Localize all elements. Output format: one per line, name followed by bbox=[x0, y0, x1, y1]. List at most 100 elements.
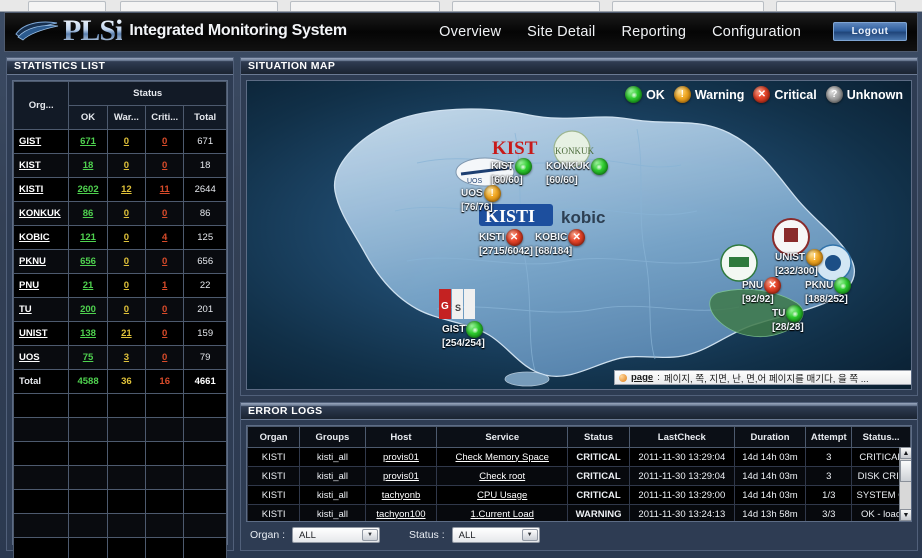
map-site-kist[interactable]: KIST [60/60] bbox=[491, 158, 532, 186]
stats-critical-link[interactable]: 4 bbox=[162, 232, 167, 243]
logs-col-organ[interactable]: Organ bbox=[247, 426, 301, 448]
scroll-down-icon[interactable]: ▼ bbox=[900, 509, 911, 521]
nav-item-site-detail[interactable]: Site Detail bbox=[527, 24, 595, 40]
statistics-row[interactable]: KOBIC 121 0 4 125 bbox=[12, 225, 227, 250]
logs-col-status[interactable]: Status... bbox=[851, 426, 911, 448]
map-site-pnu[interactable]: PNU ✕ [92/92] bbox=[742, 277, 782, 305]
logs-col-duration[interactable]: Duration bbox=[733, 426, 807, 448]
logs-row[interactable]: KISTI kisti_all tachyon100 1.Current Load WA… bbox=[247, 504, 911, 521]
stats-ok-link[interactable]: 121 bbox=[80, 232, 96, 243]
statistics-row[interactable]: UNIST 138 21 0 159 bbox=[12, 321, 227, 346]
stats-critical-link[interactable]: 0 bbox=[162, 328, 167, 339]
stats-warning-link[interactable]: 21 bbox=[121, 328, 132, 339]
logs-col-status[interactable]: Status bbox=[567, 426, 631, 448]
log-host-link[interactable]: provis01 bbox=[383, 452, 419, 463]
statistics-row[interactable]: KIST 18 0 0 18 bbox=[12, 153, 227, 178]
stats-ok-link[interactable]: 656 bbox=[80, 256, 96, 267]
scrollbar-thumb[interactable] bbox=[900, 460, 911, 482]
stats-warning-link[interactable]: 0 bbox=[124, 136, 129, 147]
browser-tab[interactable] bbox=[120, 1, 278, 11]
logs-row[interactable]: KISTI kisti_all provis01 Check Memory Space… bbox=[247, 447, 911, 467]
stats-critical-link[interactable]: 0 bbox=[162, 136, 167, 147]
map-site-konkuk[interactable]: KONKUK [60/60] bbox=[546, 158, 608, 186]
browser-tab[interactable] bbox=[28, 1, 106, 11]
stats-warning-link[interactable]: 3 bbox=[124, 352, 129, 363]
situation-map-canvas[interactable]: OK! Warning ✕ Critical? Unknown KIST KON… bbox=[246, 80, 912, 390]
stats-warning-link[interactable]: 0 bbox=[124, 304, 129, 315]
brand-logo[interactable]: PLSi Integrated Monitoring System bbox=[13, 16, 347, 46]
stats-critical-link[interactable]: 1 bbox=[162, 280, 167, 291]
log-service-link[interactable]: CPU Usage bbox=[477, 490, 527, 501]
statistics-row[interactable]: UOS 75 3 0 79 bbox=[12, 345, 227, 370]
map-site-tu[interactable]: TU [28/28] bbox=[772, 305, 804, 333]
map-site-uos[interactable]: UOS! [76/76] bbox=[461, 185, 501, 213]
stats-warning-link[interactable]: 0 bbox=[124, 232, 129, 243]
browser-tab[interactable] bbox=[452, 1, 600, 11]
statistics-row[interactable]: TU 200 0 0 201 bbox=[12, 297, 227, 322]
organ-filter-select[interactable]: ALL ▼ bbox=[292, 527, 381, 543]
scroll-up-icon[interactable]: ▲ bbox=[900, 447, 911, 459]
map-site-kobic[interactable]: KOBIC ✕ [68/184] bbox=[535, 229, 586, 257]
map-site-pknu[interactable]: PKNU [188/252] bbox=[805, 277, 852, 305]
logs-row[interactable]: KISTI kisti_all provis01 Check root CRITICAL… bbox=[247, 466, 911, 486]
stats-ok-link[interactable]: 138 bbox=[80, 328, 96, 339]
statistics-row[interactable]: GIST 671 0 0 671 bbox=[12, 129, 227, 154]
statistics-row[interactable]: PKNU 656 0 0 656 bbox=[12, 249, 227, 274]
logout-button[interactable]: Logout bbox=[833, 22, 907, 41]
stats-ok-link[interactable]: 21 bbox=[83, 280, 94, 291]
stats-critical-link[interactable]: 0 bbox=[162, 352, 167, 363]
browser-tab[interactable] bbox=[776, 1, 896, 11]
statistics-row[interactable]: KONKUK 86 0 0 86 bbox=[12, 201, 227, 226]
logs-col-lastcheck[interactable]: LastCheck bbox=[629, 426, 735, 448]
browser-tab[interactable] bbox=[290, 1, 440, 11]
map-site-unist[interactable]: UNIST! [232/300] bbox=[775, 249, 823, 277]
stats-warning-link[interactable]: 0 bbox=[124, 160, 129, 171]
logs-col-groups[interactable]: Groups bbox=[299, 426, 366, 448]
chevron-down-icon[interactable]: ▼ bbox=[362, 529, 379, 541]
stats-ok-link[interactable]: 75 bbox=[83, 352, 94, 363]
stats-ok-link[interactable]: 200 bbox=[80, 304, 96, 315]
stats-org-link[interactable]: UOS bbox=[19, 352, 40, 363]
log-service-link[interactable]: Check Memory Space bbox=[455, 452, 548, 463]
stats-org-link[interactable]: TU bbox=[19, 304, 32, 315]
stats-ok-link[interactable]: 86 bbox=[83, 208, 94, 219]
stats-warning-link[interactable]: 12 bbox=[121, 184, 132, 195]
stats-critical-link[interactable]: 0 bbox=[162, 208, 167, 219]
logs-col-service[interactable]: Service bbox=[436, 426, 569, 448]
stats-ok-link[interactable]: 18 bbox=[83, 160, 94, 171]
status-filter-select[interactable]: ALL ▼ bbox=[451, 527, 540, 543]
logs-row[interactable]: KISTI kisti_all tachyonb CPU Usage CRITICAL 2… bbox=[247, 485, 911, 505]
map-site-gist[interactable]: GIST [254/254] bbox=[442, 321, 485, 349]
stats-org-link[interactable]: KONKUK bbox=[19, 208, 61, 219]
nav-item-overview[interactable]: Overview bbox=[439, 24, 501, 40]
chevron-down-icon[interactable]: ▼ bbox=[521, 529, 538, 541]
nav-item-configuration[interactable]: Configuration bbox=[712, 24, 801, 40]
stats-warning-link[interactable]: 0 bbox=[124, 280, 129, 291]
logs-col-attempt[interactable]: Attempt bbox=[805, 426, 853, 448]
stats-org-link[interactable]: KIST bbox=[19, 160, 41, 171]
stats-critical-link[interactable]: 0 bbox=[162, 160, 167, 171]
log-service-link[interactable]: Check root bbox=[479, 471, 525, 482]
browser-tab[interactable] bbox=[612, 1, 764, 11]
stats-org-link[interactable]: UNIST bbox=[19, 328, 48, 339]
stats-critical-link[interactable]: 0 bbox=[162, 256, 167, 267]
log-service-link[interactable]: 1.Current Load bbox=[471, 509, 534, 520]
stats-ok-link[interactable]: 2602 bbox=[77, 184, 98, 195]
logs-scrollbar[interactable]: ▲ ▼ bbox=[899, 447, 911, 521]
stats-critical-link[interactable]: 11 bbox=[160, 184, 170, 195]
log-host-link[interactable]: tachyon100 bbox=[376, 509, 425, 520]
stats-org-link[interactable]: PNU bbox=[19, 280, 39, 291]
stats-warning-link[interactable]: 0 bbox=[124, 208, 129, 219]
stats-org-link[interactable]: KISTI bbox=[19, 184, 43, 195]
stats-ok-link[interactable]: 671 bbox=[80, 136, 96, 147]
log-host-link[interactable]: provis01 bbox=[383, 471, 419, 482]
stats-org-link[interactable]: GIST bbox=[19, 136, 41, 147]
map-site-kisti[interactable]: KISTI ✕ [2715/6042] bbox=[479, 229, 533, 257]
stats-critical-link[interactable]: 0 bbox=[162, 304, 167, 315]
statistics-row[interactable]: PNU 21 0 1 22 bbox=[12, 273, 227, 298]
stats-org-link[interactable]: PKNU bbox=[19, 256, 46, 267]
stats-warning-link[interactable]: 0 bbox=[124, 256, 129, 267]
log-host-link[interactable]: tachyonb bbox=[382, 490, 421, 501]
nav-item-reporting[interactable]: Reporting bbox=[621, 24, 686, 40]
logs-col-host[interactable]: Host bbox=[364, 426, 438, 448]
